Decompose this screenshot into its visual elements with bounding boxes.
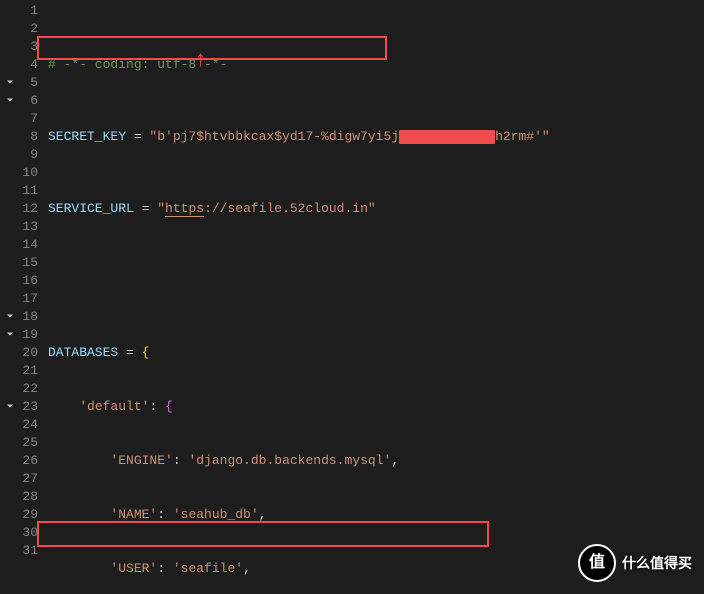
line-number: 2	[0, 20, 42, 38]
line-number: 15	[0, 254, 42, 272]
line-number: 13	[0, 218, 42, 236]
line-number: 14	[0, 236, 42, 254]
line-number: 16	[0, 272, 42, 290]
line-number: 28	[0, 488, 42, 506]
comment: # -*- coding: utf-8 -*-	[48, 57, 227, 72]
line-number: 8	[0, 128, 42, 146]
line-number: 24	[0, 416, 42, 434]
line-number: 1	[0, 2, 42, 20]
line-number: 9	[0, 146, 42, 164]
line-number: 18	[0, 308, 42, 326]
code-line: SERVICE_URL = "https://seafile.52cloud.i…	[48, 200, 704, 218]
code-line: SECRET_KEY = "b'pj7$htvbbkcax$yd17-%digw…	[48, 128, 704, 146]
code-editor[interactable]: 1234567891011121314151617181920212223242…	[0, 0, 704, 594]
redacted-secret	[399, 130, 495, 144]
line-number: 17	[0, 290, 42, 308]
line-number: 4	[0, 56, 42, 74]
line-number: 3	[0, 38, 42, 56]
watermark: 值 什么值得买	[578, 544, 692, 582]
fold-chevron-icon[interactable]	[4, 310, 16, 322]
code-line: 'default': {	[48, 398, 704, 416]
line-number: 26	[0, 452, 42, 470]
line-number: 30	[0, 524, 42, 542]
code-line: 'NAME': 'seahub_db',	[48, 506, 704, 524]
fold-chevron-icon[interactable]	[4, 328, 16, 340]
line-number: 6	[0, 92, 42, 110]
line-number: 31	[0, 542, 42, 560]
code-line	[48, 272, 704, 290]
code-line: # -*- coding: utf-8 -*-	[48, 56, 704, 74]
fold-chevron-icon[interactable]	[4, 400, 16, 412]
fold-chevron-icon[interactable]	[4, 76, 16, 88]
line-gutter: 1234567891011121314151617181920212223242…	[0, 0, 42, 594]
line-number: 29	[0, 506, 42, 524]
line-number: 20	[0, 344, 42, 362]
line-number: 21	[0, 362, 42, 380]
line-number: 22	[0, 380, 42, 398]
code-line: DATABASES = {	[48, 344, 704, 362]
line-number: 23	[0, 398, 42, 416]
line-number: 19	[0, 326, 42, 344]
line-number: 12	[0, 200, 42, 218]
line-number: 27	[0, 470, 42, 488]
line-number: 25	[0, 434, 42, 452]
line-number: 7	[0, 110, 42, 128]
fold-chevron-icon[interactable]	[4, 94, 16, 106]
code-line: 'ENGINE': 'django.db.backends.mysql',	[48, 452, 704, 470]
code-area[interactable]: # -*- coding: utf-8 -*- SECRET_KEY = "b'…	[42, 0, 704, 594]
highlight-box	[37, 521, 489, 547]
watermark-text: 什么值得买	[622, 554, 692, 572]
line-number: 11	[0, 182, 42, 200]
line-number: 10	[0, 164, 42, 182]
watermark-badge-icon: 值	[578, 544, 616, 582]
line-number: 5	[0, 74, 42, 92]
